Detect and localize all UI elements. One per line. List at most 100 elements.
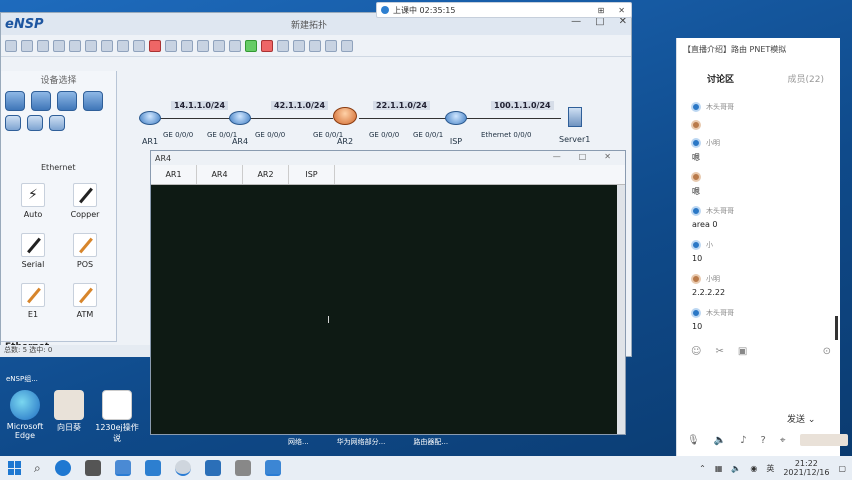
sunlogin-icon [54,390,84,420]
blurred-input[interactable] [799,434,848,446]
classroom-taskbar-icon[interactable] [204,460,221,476]
scissors-icon[interactable]: ✂ [715,346,723,357]
switch-category-icon[interactable] [31,91,51,111]
palette-button[interactable] [181,39,193,52]
firewall-category-icon[interactable] [83,91,103,111]
cable-atm[interactable]: ATM [59,283,111,319]
save-button[interactable] [37,39,49,52]
console-minimize-button[interactable]: — [553,152,561,161]
topology-button[interactable] [309,39,321,52]
device-panel: 设备选择 Ethernet ⚡ Auto Copper Serial POS E… [1,71,117,357]
console-scrollbar[interactable] [617,185,625,434]
zoom-in-button[interactable] [197,39,209,52]
cable-auto[interactable]: ⚡ Auto [7,183,59,219]
cli-button[interactable] [293,39,305,52]
tab-discussion[interactable]: 讨论区 [707,72,734,85]
chat-message: 木头哥哥 [691,304,831,322]
select-tool-button[interactable] [117,39,129,52]
tab-ar4[interactable]: AR4 [197,165,243,184]
stop-all-button[interactable] [261,39,273,52]
recording-close-button[interactable]: ✕ [618,6,625,15]
volume-icon[interactable]: 🔈 [731,464,741,473]
fit-button[interactable] [229,39,241,52]
recording-bar: 上课中 02:35:15 ⊞ ✕ [376,2,632,18]
virtualbox-taskbar-icon[interactable] [144,460,161,476]
cloud-category-icon[interactable] [27,115,43,131]
help-icon[interactable]: ? [761,435,766,446]
speaker-icon[interactable]: 🔈 [714,435,726,446]
app-taskbar-icon[interactable] [84,460,101,476]
ensp-taskbar-icon[interactable] [114,460,131,476]
recording-expand-button[interactable]: ⊞ [598,6,605,15]
settings-taskbar-icon[interactable] [234,460,251,476]
node-ar1[interactable]: AR1 [139,111,161,146]
cable-serial[interactable]: Serial [7,233,59,269]
chat-scrollbar[interactable] [835,316,838,340]
help-button[interactable] [341,39,353,52]
cable-pos[interactable]: POS [59,233,111,269]
windows-start-icon[interactable] [8,461,22,475]
print-button[interactable] [69,39,81,52]
search-icon[interactable]: ⌕ [34,461,41,476]
chevron-up-icon[interactable]: ⌃ [699,464,706,473]
router-icon [445,111,467,125]
capture-button[interactable] [277,39,289,52]
text-tool-button[interactable] [165,39,177,52]
microphone-icon[interactable]: 🎙 [687,435,700,446]
settings-icon[interactable]: ⊙ [823,346,831,357]
console-close-button[interactable]: ✕ [604,152,611,161]
location-icon[interactable]: ⌖ [780,435,786,446]
start-all-button[interactable] [245,39,257,52]
desktop-file[interactable]: 华为网络部分... [337,437,386,447]
tab-ar2[interactable]: AR2 [243,165,289,184]
node-isp[interactable]: ISP [445,111,467,146]
tab-isp[interactable]: ISP [289,165,335,184]
desktop-icon-sunlogin[interactable]: 向日葵 [46,390,92,433]
network-icon[interactable]: ▦ [715,464,723,473]
wlan-category-icon[interactable] [57,91,77,111]
edge-taskbar-icon[interactable] [54,460,71,476]
console-taskbar-icon[interactable] [264,460,281,476]
notification-icon[interactable]: ▢ [838,464,846,473]
console-terminal[interactable]: I [151,185,625,434]
tab-ar1[interactable]: AR1 [151,165,197,184]
avatar [691,240,701,250]
cable-e1[interactable]: E1 [7,283,59,319]
node-server1[interactable]: Server1 [559,107,590,144]
port-label: GE 0/0/0 [163,131,194,139]
new-topology-button[interactable] [5,39,17,52]
redo-button[interactable] [101,39,113,52]
tab-members[interactable]: 成员(22) [788,72,824,85]
node-ar2[interactable]: AR2 [333,107,357,146]
console-maximize-button[interactable]: □ [579,152,587,161]
router-category-icon[interactable] [5,91,25,111]
open-button[interactable] [21,39,33,52]
music-icon[interactable]: ♪ [740,435,746,446]
desktop-label: eNSP组... [6,375,38,383]
cable-category-icon[interactable] [49,115,65,131]
subnet-label: 42.1.1.0/24 [271,101,329,110]
ime-indicator[interactable]: 英 [766,463,774,474]
cable-copper[interactable]: Copper [59,183,111,219]
delete-button[interactable] [149,39,161,52]
send-button[interactable]: 发送 ⌄ [787,412,815,425]
chat-text: 嗯 [692,187,700,196]
desktop-file[interactable]: 路由器配... [413,437,448,447]
edge-icon [10,390,40,420]
emoji-icon[interactable]: ☺ [691,346,701,357]
clock[interactable]: 21:22 2021/12/16 [783,459,829,477]
undo-button[interactable] [85,39,97,52]
bluetooth-icon[interactable]: ◉ [750,464,757,473]
chrome-taskbar-icon[interactable] [174,460,191,476]
save-as-button[interactable] [53,39,65,52]
link-ar1-ar4 [155,118,235,119]
node-ar4[interactable]: AR4 [229,111,251,146]
desktop-icon-doc[interactable]: 1230ej操作说 [94,390,140,444]
settings-button[interactable] [325,39,337,52]
pc-category-icon[interactable] [5,115,21,131]
zoom-out-button[interactable] [213,39,225,52]
desktop-icon-edge[interactable]: Microsoft Edge [2,390,48,440]
desktop-file[interactable]: 网络... [288,437,309,447]
hand-tool-button[interactable] [133,39,145,52]
image-icon[interactable]: ▣ [738,346,747,357]
